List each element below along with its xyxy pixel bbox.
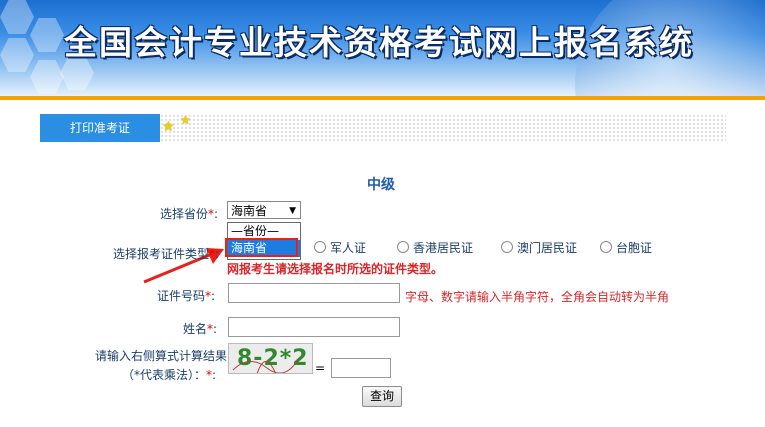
radio-circle-icon[interactable] bbox=[600, 241, 612, 253]
radio-taiwan[interactable]: 台胞证 bbox=[600, 239, 652, 256]
captcha-noise bbox=[232, 357, 300, 373]
tab-print-admission[interactable]: 打印准考证 bbox=[40, 114, 160, 142]
radio-macau[interactable]: 澳门居民证 bbox=[501, 239, 577, 256]
banner-divider bbox=[0, 96, 765, 100]
cert-type-label: 选择报考证件类型*: bbox=[113, 247, 220, 261]
radio-circle-icon[interactable] bbox=[501, 241, 513, 253]
id-number-hint: 字母、数字请输入半角字符，全角会自动转为半角 bbox=[405, 290, 670, 304]
highlight-box bbox=[225, 238, 298, 257]
id-number-label: 证件号码*: bbox=[157, 289, 216, 303]
captcha-answer-input[interactable] bbox=[331, 358, 391, 378]
chevron-down-icon: ▼ bbox=[289, 206, 296, 216]
id-number-input[interactable] bbox=[228, 283, 400, 303]
name-label: 姓名*: bbox=[183, 322, 218, 336]
star-icon: ★ bbox=[162, 119, 175, 135]
captcha-image: 8-2*2 bbox=[228, 343, 313, 374]
radio-circle-icon[interactable] bbox=[314, 241, 326, 253]
query-button[interactable]: 查询 bbox=[362, 386, 402, 407]
system-title: 全国会计专业技术资格考试网上报名系统 bbox=[64, 23, 694, 62]
captcha-label-line1: 请输入右侧算式计算结果 bbox=[95, 349, 228, 363]
radio-circle-icon[interactable] bbox=[397, 241, 409, 253]
equals-sign: = bbox=[315, 361, 326, 375]
header-banner: 全国会计专业技术资格考试网上报名系统 bbox=[0, 0, 765, 96]
exam-level-heading: 中级 bbox=[367, 177, 395, 193]
name-input[interactable] bbox=[228, 317, 400, 337]
cert-type-warning: 网报考生请选择报名时所选的证件类型。 bbox=[227, 262, 444, 276]
radio-military[interactable]: 军人证 bbox=[314, 239, 366, 256]
province-label: 选择省份*: bbox=[160, 207, 219, 221]
captcha-label-line2: （*代表乘法）：*: bbox=[122, 368, 217, 382]
radio-hongkong[interactable]: 香港居民证 bbox=[397, 239, 473, 256]
star-icon: ★ bbox=[180, 113, 191, 127]
province-select[interactable]: 海南省 ▼ bbox=[227, 201, 301, 219]
